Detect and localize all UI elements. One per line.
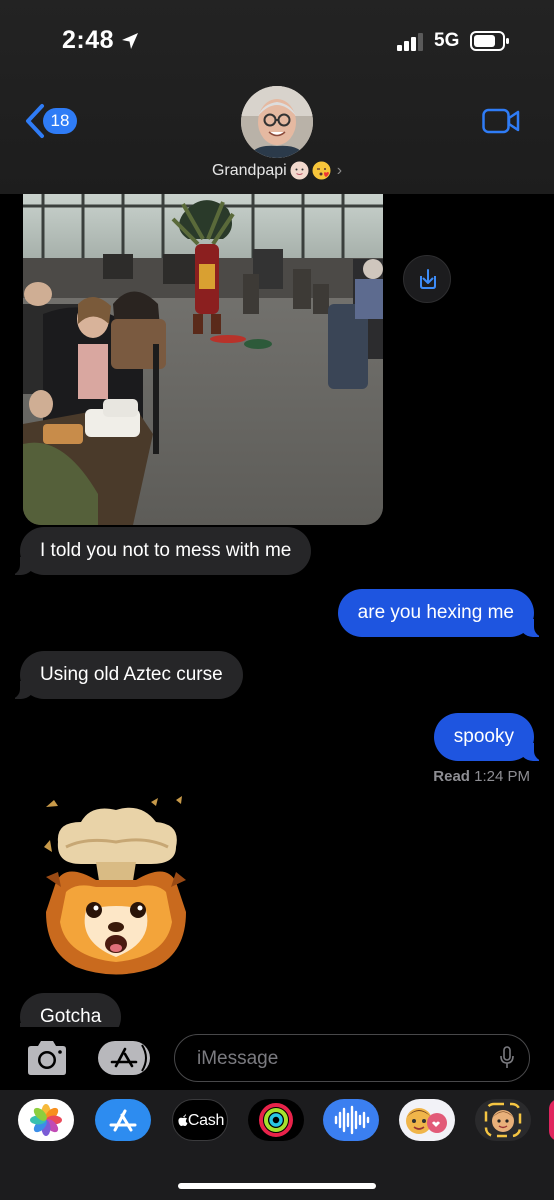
read-time: 1:24 PM — [474, 768, 530, 785]
microphone-icon[interactable] — [499, 1046, 515, 1070]
battery-icon — [470, 31, 509, 51]
chevron-right-icon: › — [336, 161, 343, 179]
read-label: Read — [433, 768, 470, 785]
exploding-head-lion-memoji[interactable] — [36, 792, 196, 982]
message-text: Using old Aztec curse — [40, 664, 223, 685]
app-store-a-icon — [110, 1044, 147, 1072]
app-store-apps-button[interactable] — [98, 1041, 150, 1075]
photos-icon — [30, 1104, 62, 1136]
message-input[interactable] — [195, 1043, 489, 1075]
contact-avatar[interactable] — [241, 86, 313, 158]
animoji-icon — [484, 1102, 522, 1138]
next-app-partial[interactable] — [549, 1099, 554, 1141]
video-call-icon[interactable] — [482, 108, 520, 134]
apple-logo-icon — [178, 1114, 188, 1126]
message-text: Gotcha — [40, 1006, 102, 1027]
avatar-photo — [241, 86, 313, 158]
activity-app[interactable] — [248, 1099, 304, 1141]
photos-app[interactable] — [18, 1099, 74, 1141]
incoming-message[interactable]: Using old Aztec curse — [8, 651, 243, 699]
kissing-face-emoji — [312, 161, 331, 180]
imessage-input-field[interactable] — [174, 1034, 530, 1082]
signal-bars-icon — [397, 33, 423, 51]
message-text: I told you not to mess with me — [40, 540, 292, 561]
incoming-message[interactable]: I told you not to mess with me — [7, 527, 312, 575]
save-to-photos-button[interactable] — [403, 255, 451, 303]
home-indicator[interactable] — [178, 1183, 376, 1189]
apple-cash-app[interactable]: Cash — [172, 1099, 228, 1141]
download-icon — [420, 269, 436, 289]
apple-cash-label: Cash — [173, 1100, 227, 1140]
cash-text: Cash — [187, 1112, 225, 1129]
restaurant-photo — [23, 194, 383, 525]
activity-rings-icon — [259, 1103, 293, 1137]
app-store-icon — [109, 1109, 137, 1132]
status-time: 2:48 — [62, 26, 115, 54]
message-text: spooky — [453, 726, 514, 747]
message-photo-attachment[interactable] — [23, 194, 383, 525]
contact-name: Grandpapi — [211, 161, 287, 179]
animoji-app[interactable] — [475, 1099, 531, 1141]
message-text: are you hexing me — [357, 602, 514, 623]
contact-details-link[interactable]: Grandpapi › — [0, 161, 554, 180]
unread-count-badge[interactable]: 18 — [43, 108, 77, 134]
location-arrow-icon — [122, 33, 138, 49]
memoji-stickers-app[interactable] — [399, 1099, 455, 1141]
audio-message-app[interactable] — [323, 1099, 379, 1141]
outgoing-message[interactable]: spooky — [433, 713, 547, 761]
app-store-app[interactable] — [95, 1099, 151, 1141]
network-type: 5G — [434, 30, 460, 51]
memoji-stickers-icon — [406, 1108, 447, 1134]
read-receipt: Read 1:24 PM — [433, 768, 530, 785]
baby-face-emoji — [290, 161, 309, 180]
waveform-icon — [334, 1105, 370, 1135]
outgoing-message[interactable]: are you hexing me — [337, 589, 547, 637]
camera-icon[interactable] — [24, 1040, 70, 1076]
conversation-header: 2:48 5G 18 Grandpapi › — [0, 0, 554, 194]
